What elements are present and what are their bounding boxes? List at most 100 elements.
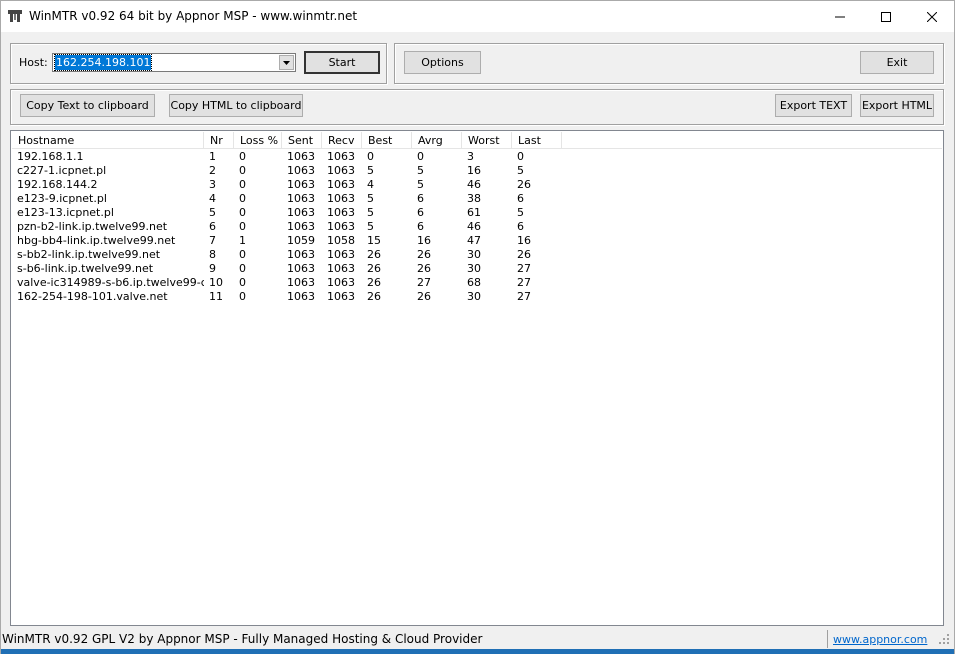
column-header-best[interactable]: Best — [362, 132, 412, 149]
table-row[interactable]: 162-254-198-101.valve.net 11 0 1063 1063 26 26… — [12, 290, 942, 304]
trace-results-list[interactable]: Hostname Nr Loss % Sent Recv Best Avrg W… — [10, 130, 944, 626]
cell-worst: 46 — [467, 178, 481, 191]
cell-last: 26 — [517, 248, 531, 261]
cell-loss: 0 — [239, 178, 246, 191]
maximize-button[interactable] — [863, 1, 909, 32]
cell-nr: 3 — [209, 178, 216, 191]
column-header-loss[interactable]: Loss % — [234, 132, 282, 149]
cell-worst: 30 — [467, 290, 481, 303]
cell-recv: 1063 — [327, 262, 355, 275]
cell-hostname: e123-9.icpnet.pl — [17, 192, 107, 205]
cell-sent: 1063 — [287, 192, 315, 205]
cell-nr: 5 — [209, 206, 216, 219]
column-header-avrg[interactable]: Avrg — [412, 132, 462, 149]
table-row[interactable]: c227-1.icpnet.pl 2 0 1063 1063 5 5 16 5 — [12, 164, 942, 178]
close-icon — [927, 11, 937, 22]
cell-last: 27 — [517, 262, 531, 275]
table-row[interactable]: e123-13.icpnet.pl 5 0 1063 1063 5 6 61 5 — [12, 206, 942, 220]
cell-best: 5 — [367, 164, 374, 177]
cell-last: 0 — [517, 150, 524, 163]
status-bar: WinMTR v0.92 GPL V2 by Appnor MSP - Full… — [1, 629, 954, 649]
cell-loss: 0 — [239, 192, 246, 205]
winmtr-app-icon — [7, 8, 23, 24]
list-header: Hostname Nr Loss % Sent Recv Best Avrg W… — [12, 132, 942, 149]
cell-sent: 1063 — [287, 178, 315, 191]
host-combobox[interactable]: 162.254.198.101 — [52, 53, 296, 72]
table-row[interactable]: pzn-b2-link.ip.twelve99.net 6 0 1063 1063 5 6 4… — [12, 220, 942, 234]
cell-loss: 0 — [239, 220, 246, 233]
cell-sent: 1063 — [287, 164, 315, 177]
host-dropdown-button[interactable] — [279, 55, 294, 70]
cell-sent: 1063 — [287, 276, 315, 289]
cell-loss: 0 — [239, 262, 246, 275]
cell-hostname: valve-ic314989-s-b6.ip.twelve99-cus... — [17, 276, 204, 289]
cell-last: 5 — [517, 164, 524, 177]
cell-sent: 1059 — [287, 234, 315, 247]
cell-recv: 1063 — [327, 150, 355, 163]
column-header-hostname[interactable]: Hostname — [12, 132, 204, 149]
cell-nr: 1 — [209, 150, 216, 163]
table-row[interactable]: valve-ic314989-s-b6.ip.twelve99-cus... 10… — [12, 276, 942, 290]
cell-loss: 0 — [239, 150, 246, 163]
cell-worst: 61 — [467, 206, 481, 219]
size-grip-icon[interactable] — [938, 633, 950, 648]
cell-avrg: 27 — [417, 276, 431, 289]
cell-best: 26 — [367, 290, 381, 303]
cell-recv: 1063 — [327, 164, 355, 177]
cell-worst: 16 — [467, 164, 481, 177]
cell-last: 6 — [517, 192, 524, 205]
table-row[interactable]: 192.168.1.1 1 0 1063 1063 0 0 3 0 — [12, 150, 942, 164]
exit-button[interactable]: Exit — [860, 51, 934, 74]
host-input-value[interactable]: 162.254.198.101 — [53, 54, 153, 71]
cell-loss: 0 — [239, 290, 246, 303]
cell-best: 26 — [367, 262, 381, 275]
cell-last: 26 — [517, 178, 531, 191]
column-header-nr[interactable]: Nr — [204, 132, 234, 149]
cell-last: 6 — [517, 220, 524, 233]
cell-avrg: 6 — [417, 206, 424, 219]
cell-sent: 1063 — [287, 150, 315, 163]
column-header-worst[interactable]: Worst — [462, 132, 512, 149]
options-button[interactable]: Options — [404, 51, 481, 74]
cell-nr: 4 — [209, 192, 216, 205]
cell-avrg: 6 — [417, 192, 424, 205]
minimize-icon — [835, 16, 845, 17]
status-divider — [827, 630, 828, 648]
column-header-recv[interactable]: Recv — [322, 132, 362, 149]
cell-recv: 1063 — [327, 206, 355, 219]
cell-avrg: 26 — [417, 290, 431, 303]
cell-worst: 30 — [467, 262, 481, 275]
column-header-sent[interactable]: Sent — [282, 132, 322, 149]
cell-avrg: 16 — [417, 234, 431, 247]
cell-hostname: 192.168.144.2 — [17, 178, 98, 191]
copy-text-button[interactable]: Copy Text to clipboard — [20, 94, 155, 117]
table-row[interactable]: 192.168.144.2 3 0 1063 1063 4 5 46 26 — [12, 178, 942, 192]
cell-hostname: e123-13.icpnet.pl — [17, 206, 114, 219]
cell-best: 5 — [367, 220, 374, 233]
appnor-link[interactable]: www.appnor.com — [833, 633, 927, 646]
close-button[interactable] — [909, 1, 955, 32]
minimize-button[interactable] — [817, 1, 863, 32]
table-row[interactable]: s-b6-link.ip.twelve99.net 9 0 1063 1063 26 26 3… — [12, 262, 942, 276]
export-text-button[interactable]: Export TEXT — [775, 94, 852, 117]
cell-recv: 1063 — [327, 276, 355, 289]
column-header-last[interactable]: Last — [512, 132, 562, 149]
cell-avrg: 5 — [417, 164, 424, 177]
cell-recv: 1063 — [327, 178, 355, 191]
start-button[interactable]: Start — [304, 51, 380, 74]
cell-recv: 1063 — [327, 220, 355, 233]
cell-recv: 1063 — [327, 192, 355, 205]
cell-hostname: c227-1.icpnet.pl — [17, 164, 107, 177]
cell-sent: 1063 — [287, 220, 315, 233]
export-html-button[interactable]: Export HTML — [860, 94, 934, 117]
table-row[interactable]: hbg-bb4-link.ip.twelve99.net 7 1 1059 1058 15… — [12, 234, 942, 248]
cell-last: 27 — [517, 290, 531, 303]
cell-nr: 8 — [209, 248, 216, 261]
chevron-down-icon — [283, 60, 290, 65]
maximize-icon — [881, 11, 891, 22]
cell-loss: 0 — [239, 248, 246, 261]
copy-html-button[interactable]: Copy HTML to clipboard — [169, 94, 303, 117]
title-bar[interactable]: WinMTR v0.92 64 bit by Appnor MSP - www.… — [1, 1, 954, 32]
table-row[interactable]: e123-9.icpnet.pl 4 0 1063 1063 5 6 38 6 — [12, 192, 942, 206]
table-row[interactable]: s-bb2-link.ip.twelve99.net 8 0 1063 1063 26 26… — [12, 248, 942, 262]
